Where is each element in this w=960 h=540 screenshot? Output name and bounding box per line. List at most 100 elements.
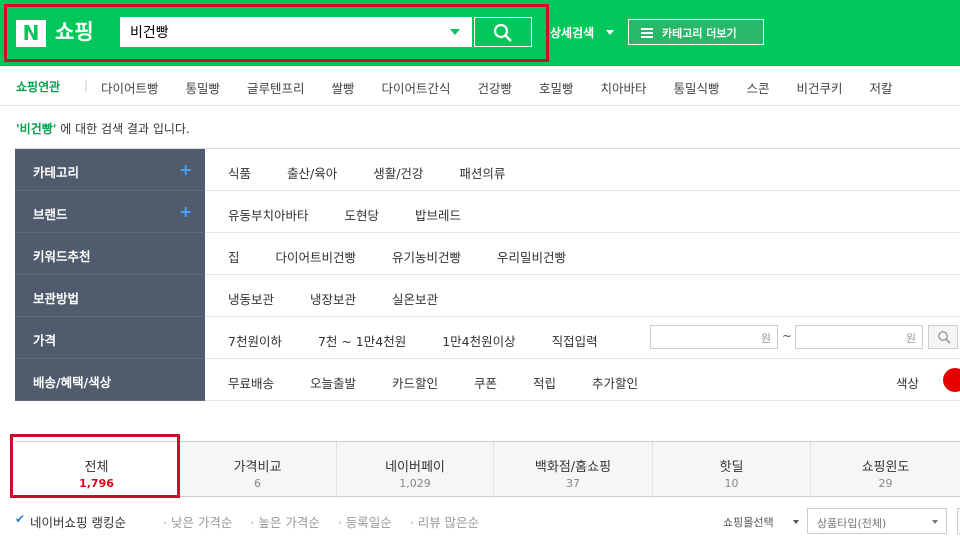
category-more-label: 카테고리 더보기 xyxy=(662,27,737,40)
filter-option[interactable]: 카드할인 xyxy=(392,376,438,391)
filter-option[interactable]: 식품 xyxy=(228,166,251,181)
tab-count: 10 xyxy=(724,477,739,490)
filter-label-text: 키워드추천 xyxy=(33,249,91,264)
filter-label-category[interactable]: 카테고리 + xyxy=(15,149,205,191)
tab-label: 핫딜 xyxy=(719,460,744,475)
filter-label-text: 가격 xyxy=(33,333,57,348)
filter-option: 직접입력 xyxy=(551,334,598,349)
filter-option[interactable]: 출산/육아 xyxy=(287,166,337,181)
sort-option[interactable]: · 등록일순 xyxy=(338,515,392,530)
filter-option[interactable]: 유동부치아바타 xyxy=(228,208,309,223)
filter-option[interactable]: 추가할인 xyxy=(592,376,638,391)
related-keyword[interactable]: 글루텐프리 xyxy=(247,81,305,96)
filter-option[interactable]: 실온보관 xyxy=(392,292,438,307)
related-keyword[interactable]: 저칼 xyxy=(870,81,893,96)
filter-label-keyword: 키워드추천 xyxy=(15,233,205,275)
filter-option[interactable]: 우리밀비건빵 xyxy=(497,250,566,265)
related-keyword[interactable]: 다이어트간식 xyxy=(382,81,451,96)
filter-row-price: 가격 7천원이하 7천 ~ 1만4천원 1만4천원이상 직접입력 원 ~ 원 xyxy=(15,317,960,359)
filter-values: 냉동보관 냉장보관 실온보관 xyxy=(228,289,470,308)
search-highlight-box xyxy=(4,4,549,62)
product-type-select[interactable]: 상품타입(전체) xyxy=(807,508,947,534)
check-icon: ✔ xyxy=(15,512,26,526)
related-title: 쇼핑연관 xyxy=(16,80,61,94)
filter-label-delivery: 배송/혜택/색상 xyxy=(15,359,205,401)
sort-option[interactable]: · 리뷰 많은순 xyxy=(410,515,479,530)
filter-option[interactable]: 냉장보관 xyxy=(310,292,356,307)
sort-ranking[interactable]: 네이버쇼핑 랭킹순 xyxy=(30,512,126,531)
filter-label-text: 배송/혜택/색상 xyxy=(33,375,112,390)
tab-naver-pay[interactable]: 네이버페이 1,029 xyxy=(336,442,493,497)
price-max-input[interactable]: 원 xyxy=(795,325,923,349)
tab-shopping-window[interactable]: 쇼핑윈도 29 xyxy=(810,442,960,497)
filter-option[interactable]: 쿠폰 xyxy=(474,376,497,391)
product-type-value: 상품타입(전체) xyxy=(817,517,887,530)
price-min-input[interactable]: 원 xyxy=(650,325,778,349)
tab-label: 쇼핑윈도 xyxy=(861,460,910,475)
filter-row-delivery: 배송/혜택/색상 무료배송 오늘출발 카드할인 쿠폰 적립 추가할인 색상 xyxy=(15,359,960,401)
filter-label-text: 카테고리 xyxy=(33,165,80,180)
filter-option[interactable]: 오늘출발 xyxy=(310,376,356,391)
tab-label: 가격비교 xyxy=(233,460,282,475)
related-keyword[interactable]: 쌀빵 xyxy=(332,81,355,96)
filter-option[interactable]: 7천 ~ 1만4천원 xyxy=(318,334,406,349)
sort-bar: ✔ 네이버쇼핑 랭킹순 · 낮은 가격순 · 높은 가격순 · 등록일순 · 리… xyxy=(15,508,960,534)
related-keyword[interactable]: 통밀빵 xyxy=(186,81,221,96)
filter-label-storage: 보관방법 xyxy=(15,275,205,317)
filter-option[interactable]: 다이어트비건빵 xyxy=(276,250,357,265)
filter-option[interactable]: 유기농비건빵 xyxy=(392,250,461,265)
filter-values: 식품 출산/육아 생활/건강 패션의류 xyxy=(228,163,537,182)
mall-select[interactable]: 쇼핑몰선택 xyxy=(723,514,774,530)
price-search-button[interactable] xyxy=(928,325,958,349)
related-keyword[interactable]: 비건쿠키 xyxy=(797,81,843,96)
filter-option[interactable]: 생활/건강 xyxy=(373,166,423,181)
color-label: 색상 xyxy=(896,376,920,391)
filter-label-text: 보관방법 xyxy=(33,291,80,306)
sort-options: · 낮은 가격순 · 높은 가격순 · 등록일순 · 리뷰 많은순 xyxy=(163,512,493,531)
filter-label-brand[interactable]: 브랜드 + xyxy=(15,191,205,233)
filter-row-storage: 보관방법 냉동보관 냉장보관 실온보관 xyxy=(15,275,960,317)
filter-row-brand: 브랜드 + 유동부치아바타 도현당 밥브레드 xyxy=(15,191,960,233)
related-items: 다이어트빵 통밀빵 글루텐프리 쌀빵 다이어트간식 건강빵 호밀빵 치아바타 통… xyxy=(101,78,916,97)
tab-hot-deal[interactable]: 핫딜 10 xyxy=(652,442,810,497)
filter-option[interactable]: 집 xyxy=(228,250,240,265)
tab-department-store[interactable]: 백화점/홈쇼핑 37 xyxy=(493,442,652,497)
tab-count: 1,029 xyxy=(399,477,431,490)
category-more-button[interactable]: 카테고리 더보기 xyxy=(628,19,764,45)
list-icon xyxy=(641,28,653,40)
related-keyword[interactable]: 호밀빵 xyxy=(539,81,574,96)
tab-count: 37 xyxy=(566,477,580,490)
detail-search-button[interactable]: 상세검색 xyxy=(550,24,594,41)
chevron-down-icon xyxy=(932,520,938,524)
filter-option[interactable]: 적립 xyxy=(533,376,556,391)
tab-highlight-box xyxy=(10,434,180,498)
filter-values: 무료배송 오늘출발 카드할인 쿠폰 적립 추가할인 xyxy=(228,373,670,392)
related-keyword[interactable]: 다이어트빵 xyxy=(101,81,159,96)
filter-option[interactable]: 도현당 xyxy=(345,208,380,223)
sort-option[interactable]: · 높은 가격순 xyxy=(250,515,319,530)
tab-price-compare[interactable]: 가격비교 6 xyxy=(178,442,336,497)
filter-label-text: 브랜드 xyxy=(33,207,68,222)
filter-option[interactable]: 무료배송 xyxy=(228,376,274,391)
header: N 쇼핑 상세검색 카테고리 더보기 xyxy=(0,0,960,66)
filter-option[interactable]: 패션의류 xyxy=(459,166,505,181)
related-keyword[interactable]: 통밀식빵 xyxy=(674,81,720,96)
result-suffix: 에 대한 검색 결과 입니다. xyxy=(56,122,190,136)
filter-option[interactable]: 냉동보관 xyxy=(228,292,274,307)
filter-table: 카테고리 + 식품 출산/육아 생활/건강 패션의류 브랜드 + 유동부치아바타… xyxy=(15,148,960,401)
color-swatch-red[interactable] xyxy=(943,368,960,392)
filter-option[interactable]: 밥브레드 xyxy=(415,208,461,223)
sort-option[interactable]: · 낮은 가격순 xyxy=(163,515,232,530)
filter-values: 유동부치아바타 도현당 밥브레드 xyxy=(228,205,493,224)
related-keyword[interactable]: 치아바타 xyxy=(601,81,647,96)
plus-icon[interactable]: + xyxy=(179,202,192,221)
filter-option[interactable]: 7천원이하 xyxy=(228,334,282,349)
plus-icon[interactable]: + xyxy=(179,160,192,179)
filter-values: 집 다이어트비건빵 유기농비건빵 우리밀비건빵 xyxy=(228,247,598,266)
related-keyword[interactable]: 스콘 xyxy=(747,81,770,96)
related-keyword[interactable]: 건강빵 xyxy=(478,81,513,96)
filter-row-keyword: 키워드추천 집 다이어트비건빵 유기농비건빵 우리밀비건빵 xyxy=(15,233,960,275)
tab-count: 6 xyxy=(254,477,261,490)
filter-option[interactable]: 1만4천원이상 xyxy=(442,334,515,349)
search-icon xyxy=(938,331,951,344)
